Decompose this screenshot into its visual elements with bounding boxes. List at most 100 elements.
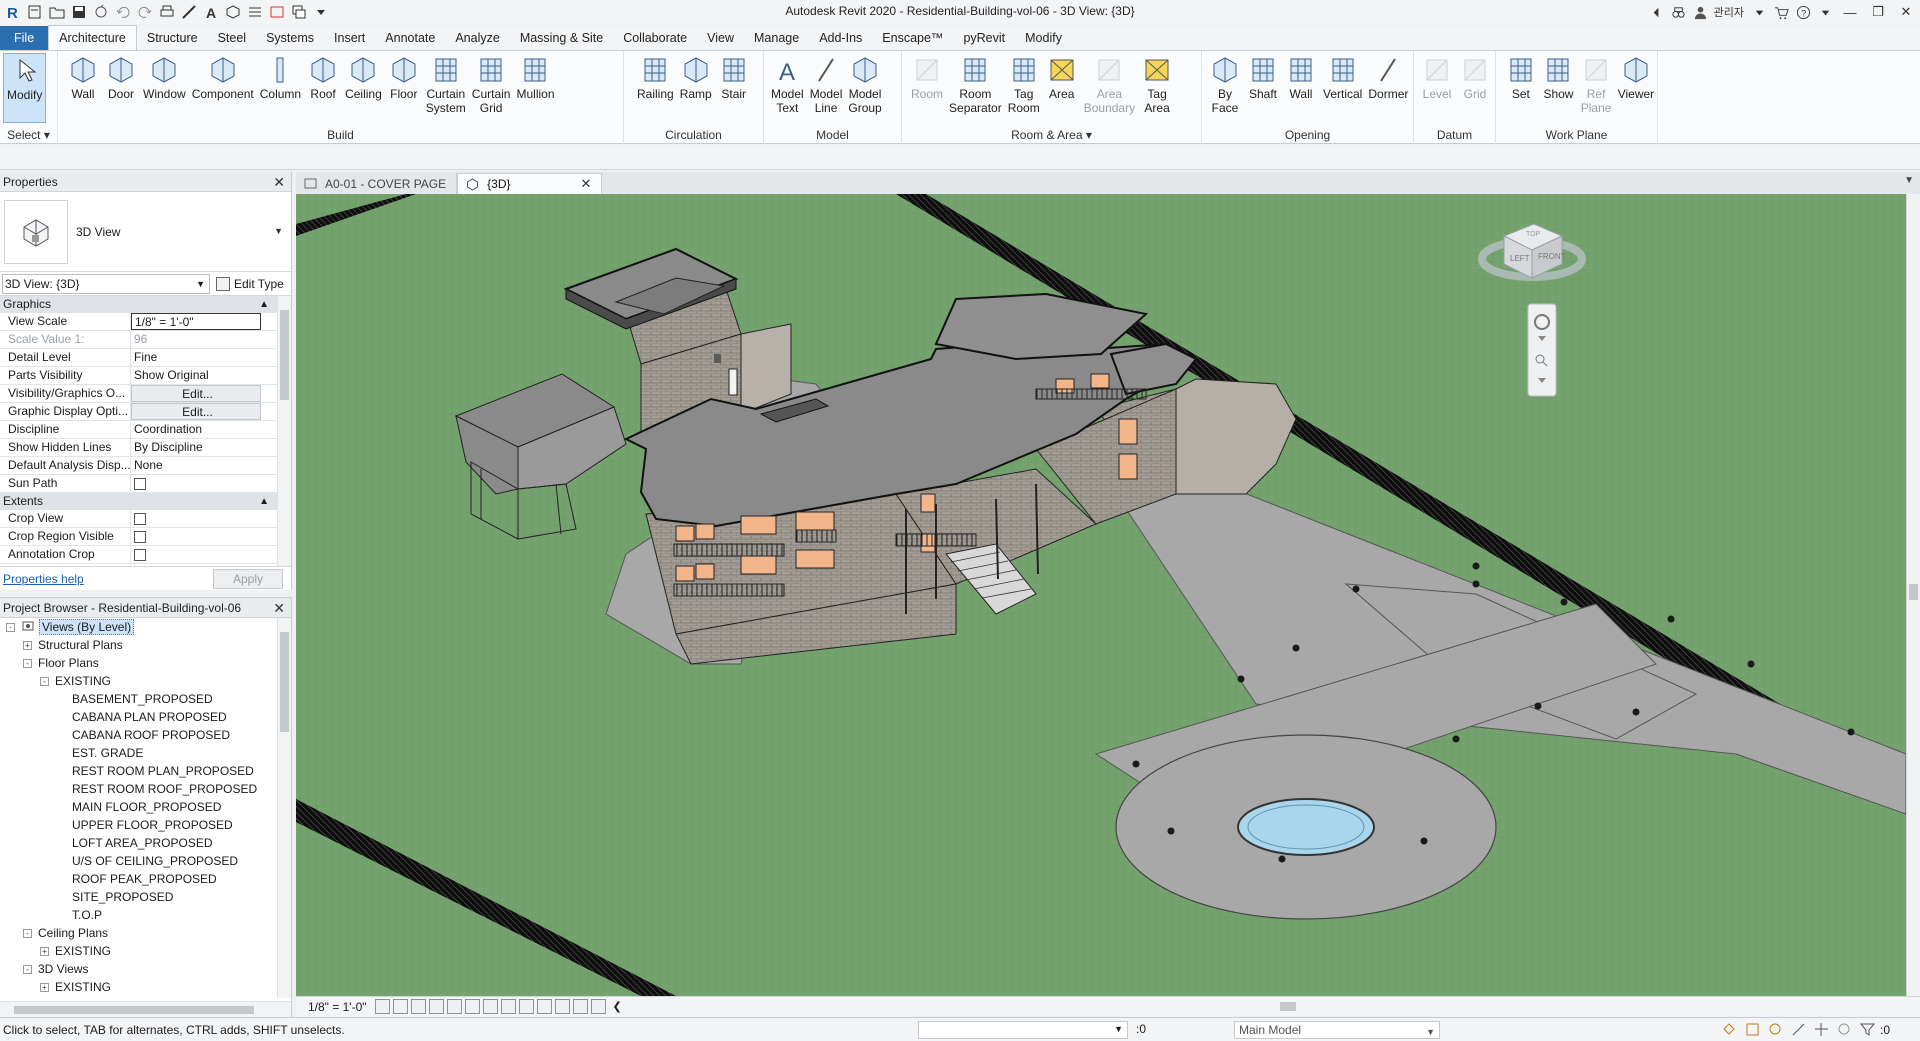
select-underlay-icon[interactable] (1744, 1021, 1761, 1038)
room-tag-room-button[interactable]: Tag Room (1005, 53, 1043, 115)
tab-3d-view[interactable]: {3D} ✕ (457, 173, 603, 194)
property-row-annotation-crop[interactable]: Annotation Crop (0, 546, 291, 564)
user-name[interactable]: 관리자 (1714, 4, 1744, 20)
close-window-button[interactable]: ✕ (1892, 0, 1920, 24)
help-dropdown-icon[interactable] (1814, 1, 1836, 23)
restore-button[interactable]: ❐ (1864, 0, 1892, 24)
expand-icon[interactable]: + (40, 946, 49, 956)
build-roof-button[interactable]: Roof (304, 53, 342, 115)
workset-combo[interactable]: ▼ (918, 1021, 1128, 1039)
property-value[interactable] (131, 546, 261, 563)
tab-annotate[interactable]: Annotate (375, 26, 445, 50)
cart-icon[interactable] (1770, 1, 1792, 23)
browser-node-t-o-p[interactable]: T.O.P (0, 906, 291, 924)
workplane-show-button[interactable]: Show (1540, 53, 1578, 115)
browser-node-main-floor-proposed[interactable]: MAIN FLOOR_PROPOSED (0, 798, 291, 816)
property-value[interactable] (131, 510, 261, 527)
build-column-button[interactable]: Column (257, 53, 304, 115)
property-value[interactable]: Fine (131, 349, 261, 366)
collapse-arrow-icon[interactable]: ❮ (613, 1000, 622, 1013)
opening-vertical-button[interactable]: Vertical (1320, 53, 1365, 115)
opening-shaft-button[interactable]: Shaft (1244, 53, 1282, 115)
browser-node-basement-proposed[interactable]: BASEMENT_PROPOSED (0, 690, 291, 708)
highlight-displacement-icon[interactable] (590, 999, 606, 1014)
select-pinned-icon[interactable] (1767, 1021, 1784, 1038)
room-tag-area-button[interactable]: Tag Area (1138, 53, 1176, 115)
shadows-icon[interactable] (428, 999, 444, 1014)
switch-windows-icon[interactable] (288, 1, 310, 23)
workplane-ref-plane-button[interactable]: Ref Plane (1577, 53, 1615, 115)
tab-collaborate[interactable]: Collaborate (613, 26, 697, 50)
tab-pyrevit[interactable]: pyRevit (953, 26, 1015, 50)
customize-qat-icon[interactable] (310, 1, 332, 23)
build-floor-button[interactable]: Floor (385, 53, 423, 115)
browser-node-cabana-roof-proposed[interactable]: CABANA ROOF PROPOSED (0, 726, 291, 744)
room-room-separator-button[interactable]: Room Separator (946, 53, 1005, 115)
select-group-title[interactable]: Select ▾ (0, 126, 57, 144)
reveal-hidden-icon[interactable] (536, 999, 552, 1014)
sun-path-icon[interactable] (410, 999, 426, 1014)
browser-node-roof-peak-proposed[interactable]: ROOF PEAK_PROPOSED (0, 870, 291, 888)
property-value[interactable] (131, 475, 261, 492)
browser-node-existing[interactable]: + EXISTING (0, 942, 291, 960)
property-value[interactable]: 1/8" = 1'-0" (131, 313, 261, 330)
checkbox[interactable] (134, 549, 146, 561)
browser-node-upper-floor-proposed[interactable]: UPPER FLOOR_PROPOSED (0, 816, 291, 834)
extents-group-header[interactable]: Extents ▲ (0, 493, 291, 510)
navigation-bar[interactable] (1527, 303, 1557, 397)
browser-node-floor-plans[interactable]: - Floor Plans (0, 654, 291, 672)
tab-enscape[interactable]: Enscape™ (872, 26, 953, 50)
property-value[interactable]: Edit... (131, 385, 261, 402)
property-value[interactable]: By Discipline (131, 439, 261, 456)
property-row-scale-value-1[interactable]: Scale Value 1: 96 (0, 331, 291, 349)
detail-level-icon[interactable] (374, 999, 390, 1014)
circulation-railing-button[interactable]: Railing (634, 53, 677, 101)
folder-icon[interactable] (46, 1, 68, 23)
binoculars-icon[interactable] (1668, 1, 1690, 23)
undo-icon[interactable] (112, 1, 134, 23)
lock-3d-view-icon[interactable] (500, 999, 516, 1014)
browser-node-3d-views[interactable]: -3D Views (0, 960, 291, 978)
tab-close-icon[interactable]: ✕ (581, 176, 592, 192)
browser-node-structural-plans[interactable]: + Structural Plans (0, 636, 291, 654)
temporary-hide-icon[interactable] (518, 999, 534, 1014)
background-process-icon[interactable] (1836, 1021, 1853, 1038)
datum-grid-button[interactable]: Grid (1456, 53, 1494, 101)
tab-view[interactable]: View (697, 26, 744, 50)
property-row-graphic-display-opti[interactable]: Graphic Display Opti... Edit... (0, 403, 291, 421)
circulation-ramp-button[interactable]: Ramp (677, 53, 715, 101)
print-icon[interactable] (156, 1, 178, 23)
checkbox[interactable] (134, 478, 146, 490)
property-value[interactable]: Coordination (131, 421, 261, 438)
user-dropdown-icon[interactable] (1748, 1, 1770, 23)
crop-region-icon[interactable] (482, 999, 498, 1014)
viewcube-left-label[interactable]: LEFT (1510, 254, 1530, 263)
properties-help-link[interactable]: Properties help (3, 572, 84, 586)
opening-wall-button[interactable]: Wall (1282, 53, 1320, 115)
property-row-detail-level[interactable]: Detail Level Fine (0, 349, 291, 367)
browser-node-cabana-plan-proposed[interactable]: CABANA PLAN PROPOSED (0, 708, 291, 726)
redo-icon[interactable] (134, 1, 156, 23)
visual-style-icon[interactable] (392, 999, 408, 1014)
opening-dormer-button[interactable]: Dormer (1365, 53, 1411, 115)
property-row-crop-view[interactable]: Crop View (0, 510, 291, 528)
browser-hscrollbar[interactable] (0, 1001, 291, 1017)
3d-view-icon[interactable] (222, 1, 244, 23)
build-wall-button[interactable]: Wall (64, 53, 102, 115)
room-area-button[interactable]: Area (1043, 53, 1081, 115)
property-value[interactable]: None (131, 457, 261, 474)
tab-systems[interactable]: Systems (256, 26, 324, 50)
build-door-button[interactable]: Door (102, 53, 140, 115)
tab-analyze[interactable]: Analyze (445, 26, 509, 50)
datum-level-button[interactable]: Level (1418, 53, 1456, 101)
build-component-button[interactable]: Component (189, 53, 257, 115)
type-dropdown-icon[interactable]: ▼ (274, 226, 283, 236)
collapse-icon[interactable]: - (23, 964, 32, 974)
property-value[interactable]: Edit... (131, 403, 261, 420)
tabs-menu-icon[interactable]: ▼ (1904, 175, 1914, 186)
view-scale[interactable]: 1/8" = 1'-0" (308, 1000, 367, 1014)
property-row-default-analysis-disp[interactable]: Default Analysis Disp... None (0, 457, 291, 475)
property-row-crop-region-visible[interactable]: Crop Region Visible (0, 528, 291, 546)
tab-insert[interactable]: Insert (324, 26, 375, 50)
expand-icon[interactable]: + (40, 982, 49, 992)
